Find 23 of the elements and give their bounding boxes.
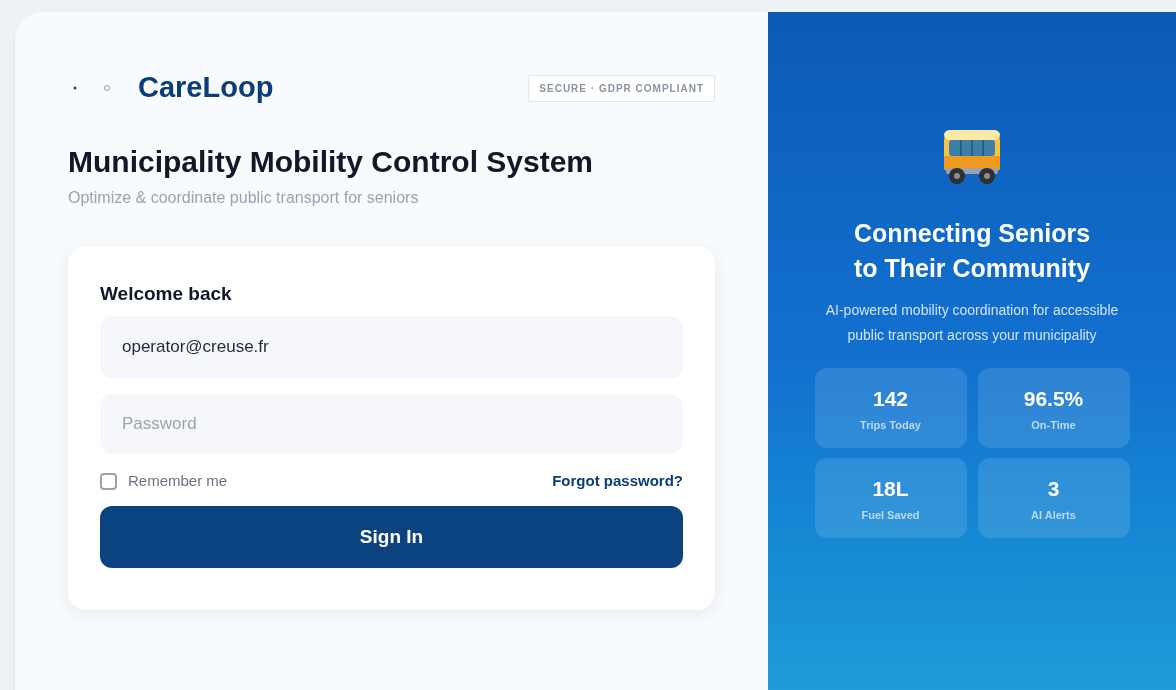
page-title: Municipality Mobility Control System (68, 144, 595, 180)
remember-label: Remember me (128, 470, 228, 491)
promo-description: AI-powered mobility coordination for accessible public transport across your municipality (824, 301, 1120, 345)
remember-checkbox[interactable] (100, 472, 117, 490)
forgot-password-link[interactable]: Forgot password? (552, 469, 683, 493)
promo-heading: Connecting Seniors (853, 218, 1091, 249)
stat-label: On-Time (1031, 417, 1076, 433)
stat-label: AI Alerts (1031, 507, 1076, 523)
card-heading: Welcome back (100, 282, 233, 304)
stat-label: Trips Today (860, 417, 921, 433)
stat-value: 142 (872, 386, 908, 412)
stat-value: 3 (1047, 476, 1060, 502)
email-field[interactable]: operator@creuse.fr (100, 316, 683, 378)
stat-value: 18L (872, 476, 909, 502)
brand-name: CareLoop (138, 70, 274, 106)
logo-icon (72, 84, 112, 92)
promo-heading: to Their Community (853, 253, 1091, 284)
sign-in-button[interactable]: Sign In (100, 506, 683, 568)
password-field[interactable]: Password (100, 394, 683, 454)
page-subtitle: Optimize & coordinate public transport for seniors (68, 188, 420, 208)
stat-value: 96.5% (1023, 386, 1084, 412)
security-badge: SECURE · GDPR COMPLIANT (528, 74, 715, 102)
stat-label: Fuel Saved (861, 507, 920, 523)
